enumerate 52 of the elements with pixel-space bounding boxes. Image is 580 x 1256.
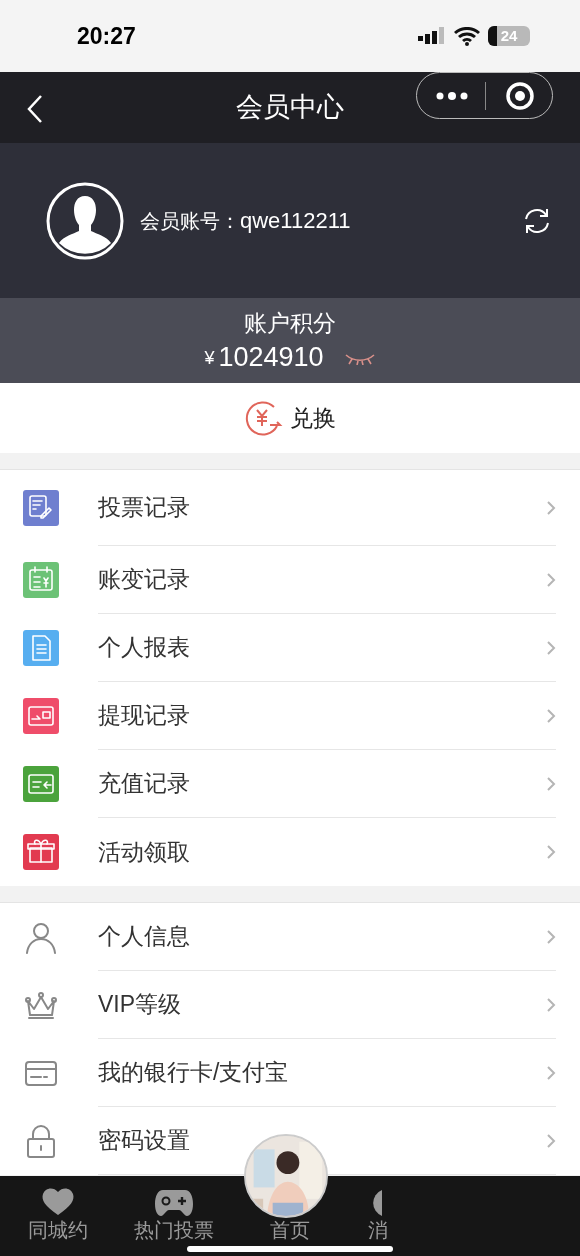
chevron-icon [546, 928, 556, 945]
account-id: qwe112211 [240, 207, 351, 235]
menu-label: 投票记录 [98, 493, 190, 523]
menu-item[interactable]: 账变记录 [0, 546, 580, 614]
chevron-icon [546, 1132, 556, 1149]
menu-label: 提现记录 [98, 701, 190, 731]
menu-item[interactable]: VIP等级 [0, 971, 580, 1039]
gamepad-icon [155, 1188, 193, 1216]
exchange-button[interactable]: 兑换 [0, 383, 580, 453]
menu-label: 我的银行卡/支付宝 [98, 1058, 289, 1088]
chevron-icon [546, 639, 556, 656]
heart-icon [41, 1186, 75, 1216]
eye-closed-icon[interactable] [343, 352, 376, 365]
chevron-icon [546, 571, 556, 588]
currency-symbol: ¥ [204, 347, 215, 370]
chevron-icon [546, 499, 556, 516]
page-title: 会员中心 [236, 91, 344, 125]
menu-item[interactable]: 提现记录 [0, 682, 580, 750]
tab[interactable]: 首页 [270, 1218, 310, 1242]
chevron-icon [546, 775, 556, 792]
chevron-icon [546, 1064, 556, 1081]
menu-item[interactable]: 个人信息 [0, 903, 580, 971]
menu-item[interactable]: 我的银行卡/支付宝 [0, 1039, 580, 1107]
chevron-icon [546, 844, 556, 860]
refresh-icon[interactable] [523, 206, 551, 235]
menu-label: 个人信息 [98, 922, 190, 952]
menu-label: 密码设置 [98, 1126, 190, 1156]
wifi-icon [454, 26, 480, 46]
account-label: 会员账号： [140, 208, 240, 234]
menu-label: 账变记录 [98, 565, 190, 595]
menu-item[interactable]: 投票记录 [0, 470, 580, 546]
back-icon[interactable] [26, 94, 44, 124]
tab[interactable]: 热门投票 [134, 1218, 214, 1242]
menu-label: 活动领取 [98, 837, 190, 867]
chevron-icon [546, 996, 556, 1013]
tab[interactable]: 消 [368, 1218, 388, 1242]
more-icon[interactable] [436, 90, 468, 101]
menu-item[interactable]: 活动领取 [0, 818, 580, 886]
clock: 20:27 [77, 21, 136, 51]
menu-item[interactable]: 充值记录 [0, 750, 580, 818]
points-amount: 1024910 [218, 340, 324, 374]
battery-icon: 24 [488, 26, 530, 46]
points-label: 账户积分 [244, 308, 336, 338]
close-icon[interactable] [505, 80, 535, 111]
menu-label: 充值记录 [98, 769, 190, 799]
tab[interactable]: 同城约 [28, 1218, 88, 1242]
chevron-icon [546, 707, 556, 724]
menu-item[interactable]: 个人报表 [0, 614, 580, 682]
menu-label: VIP等级 [98, 990, 182, 1020]
signal-icon [418, 27, 446, 45]
menu-label: 个人报表 [98, 633, 190, 663]
yuan-exchange-icon [244, 398, 284, 438]
